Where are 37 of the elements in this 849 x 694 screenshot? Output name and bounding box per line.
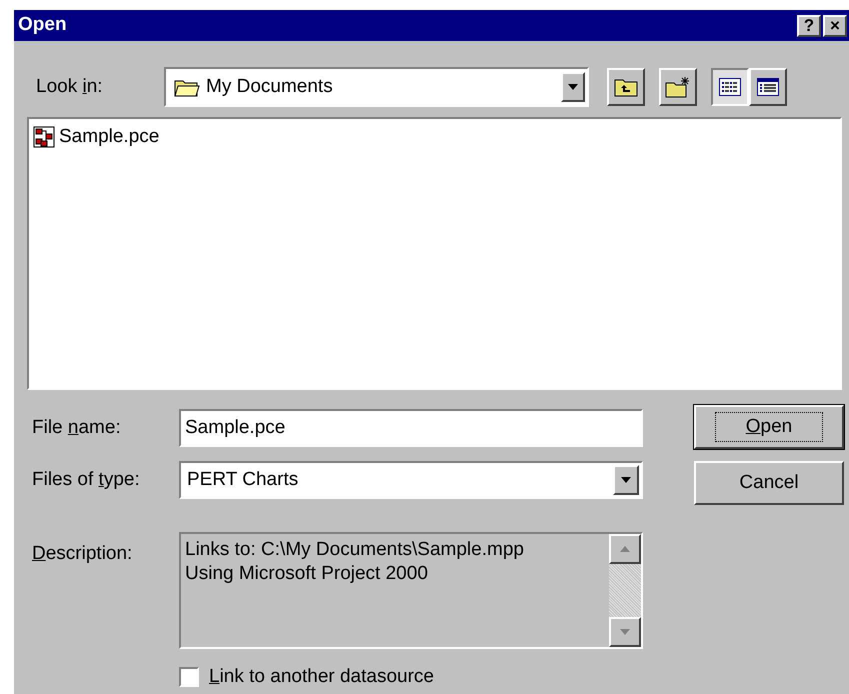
description-label: Description:: [32, 542, 134, 566]
up-arrow-icon: [620, 546, 630, 552]
open-button[interactable]: Open: [694, 405, 844, 449]
dropdown-button[interactable]: [561, 72, 585, 102]
list-button[interactable]: [711, 68, 749, 106]
up-button[interactable]: [607, 68, 645, 106]
details-view-icon: [757, 78, 779, 96]
close-button[interactable]: ×: [823, 14, 847, 36]
description-text: Links to: C:\My Documents\Sample.mpp: [185, 538, 525, 562]
chart-file-icon: [33, 126, 55, 148]
file-type-value: PERT Charts: [187, 468, 300, 492]
cancel-button[interactable]: Cancel: [694, 461, 844, 505]
file-type-label: Files of type:: [32, 468, 141, 492]
look-in-label: Look in:: [36, 74, 104, 99]
look-in-value: My Documents: [206, 74, 334, 99]
caret-icon: [568, 84, 578, 90]
file-name-field[interactable]: Sample.pce: [179, 409, 643, 447]
file-item[interactable]: Sample.pce: [33, 123, 836, 152]
scroll-down-button[interactable]: [609, 617, 641, 647]
scroll-up-button[interactable]: [609, 534, 641, 564]
dropdown-button[interactable]: [613, 465, 639, 495]
window-title: Open: [18, 13, 67, 38]
new-folder-button[interactable]: [659, 68, 697, 106]
folder-up-icon: [614, 77, 638, 97]
details-button[interactable]: [749, 68, 787, 106]
caret-icon: [621, 477, 631, 483]
link-option-label: Link to another datasource: [209, 665, 434, 689]
scrollbar[interactable]: [609, 534, 641, 647]
look-in-dropdown[interactable]: My Documents: [164, 67, 589, 107]
down-arrow-icon: [620, 629, 630, 635]
list-view-icon: [719, 78, 741, 96]
new-folder-icon: [665, 76, 691, 98]
file-name-label: File name:: [32, 416, 122, 440]
checkbox[interactable]: [179, 667, 199, 688]
help-button[interactable]: ?: [797, 14, 821, 36]
file-type-dropdown[interactable]: PERT Charts: [179, 461, 643, 499]
description-text: Using Microsoft Project 2000: [185, 562, 429, 586]
